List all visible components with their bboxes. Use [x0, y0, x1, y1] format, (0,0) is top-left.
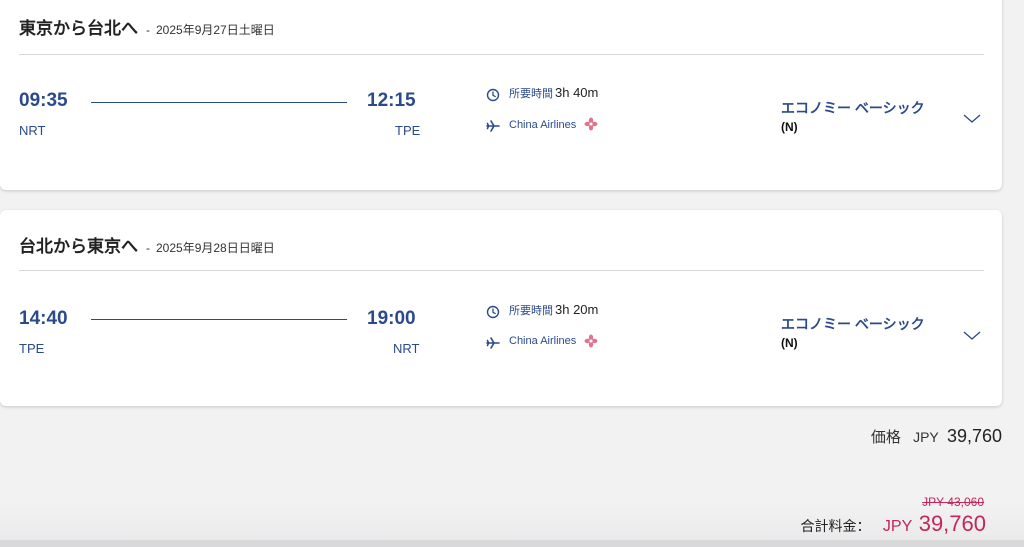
- header-separator: -: [146, 23, 150, 37]
- china-airlines-logo-icon: [584, 334, 598, 348]
- duration-label: 所要時間: [509, 88, 553, 100]
- route-title: 東京から台北へ: [19, 19, 138, 38]
- total-currency: JPY: [882, 518, 913, 535]
- chevron-down-icon[interactable]: [963, 331, 981, 341]
- flight-line: [91, 319, 347, 320]
- fare-name: エコノミー ベーシック: [781, 316, 925, 332]
- flight-card-return: 台北から東京へ - 2025年9月28日日曜日 14:40 19:00 TPE …: [0, 210, 1002, 406]
- duration-value: 3h 40m: [555, 85, 599, 100]
- bottom-bar: [0, 540, 1024, 547]
- duration-label: 所要時間: [509, 305, 553, 317]
- flight-line: [91, 102, 347, 103]
- total-price: 合計料金： JPY 39,760: [800, 511, 986, 537]
- arrive-airport: TPE: [395, 123, 421, 138]
- flight-date: 2025年9月27日土曜日: [156, 23, 275, 37]
- header-divider: [19, 54, 984, 55]
- duration-value: 3h 20m: [555, 302, 599, 317]
- clock-icon: [486, 305, 500, 319]
- clock-icon: [486, 88, 500, 102]
- flight-header: 東京から台北へ - 2025年9月27日土曜日: [19, 14, 275, 39]
- depart-airport: NRT: [19, 123, 46, 138]
- airline-name: China Airlines: [509, 119, 577, 131]
- total-amount: 39,760: [918, 511, 986, 536]
- fare-class: (N): [781, 120, 798, 134]
- fare-name: エコノミー ベーシック: [781, 100, 925, 116]
- total-label: 合計料金：: [800, 518, 871, 534]
- arrive-time: 19:00: [367, 308, 416, 329]
- header-divider: [19, 270, 984, 271]
- duration: 所要時間 3h 20m: [509, 302, 598, 318]
- price-currency: JPY: [913, 429, 939, 445]
- duration: 所要時間 3h 40m: [509, 85, 598, 101]
- airline-name: China Airlines: [509, 335, 577, 347]
- original-price: JPY 43,060: [922, 495, 984, 509]
- flight-card-outbound: 東京から台北へ - 2025年9月27日土曜日 09:35 12:15 NRT …: [0, 0, 1002, 190]
- china-airlines-logo-icon: [584, 117, 598, 131]
- arrive-time: 12:15: [367, 90, 416, 111]
- depart-time: 14:40: [19, 308, 68, 329]
- fare-class: (N): [781, 336, 798, 350]
- flight-date: 2025年9月28日日曜日: [156, 241, 275, 255]
- depart-airport: TPE: [19, 341, 45, 356]
- flight-header: 台北から東京へ - 2025年9月28日日曜日: [19, 232, 275, 257]
- header-separator: -: [146, 241, 150, 255]
- chevron-down-icon[interactable]: [963, 114, 981, 124]
- arrive-airport: NRT: [393, 341, 420, 356]
- plane-icon: [486, 120, 500, 132]
- price-summary: 価格 JPY 39,760: [871, 426, 1002, 447]
- price-amount: 39,760: [946, 426, 1002, 446]
- depart-time: 09:35: [19, 90, 68, 111]
- route-title: 台北から東京へ: [19, 237, 138, 256]
- price-label: 価格: [870, 429, 901, 446]
- plane-icon: [486, 337, 500, 349]
